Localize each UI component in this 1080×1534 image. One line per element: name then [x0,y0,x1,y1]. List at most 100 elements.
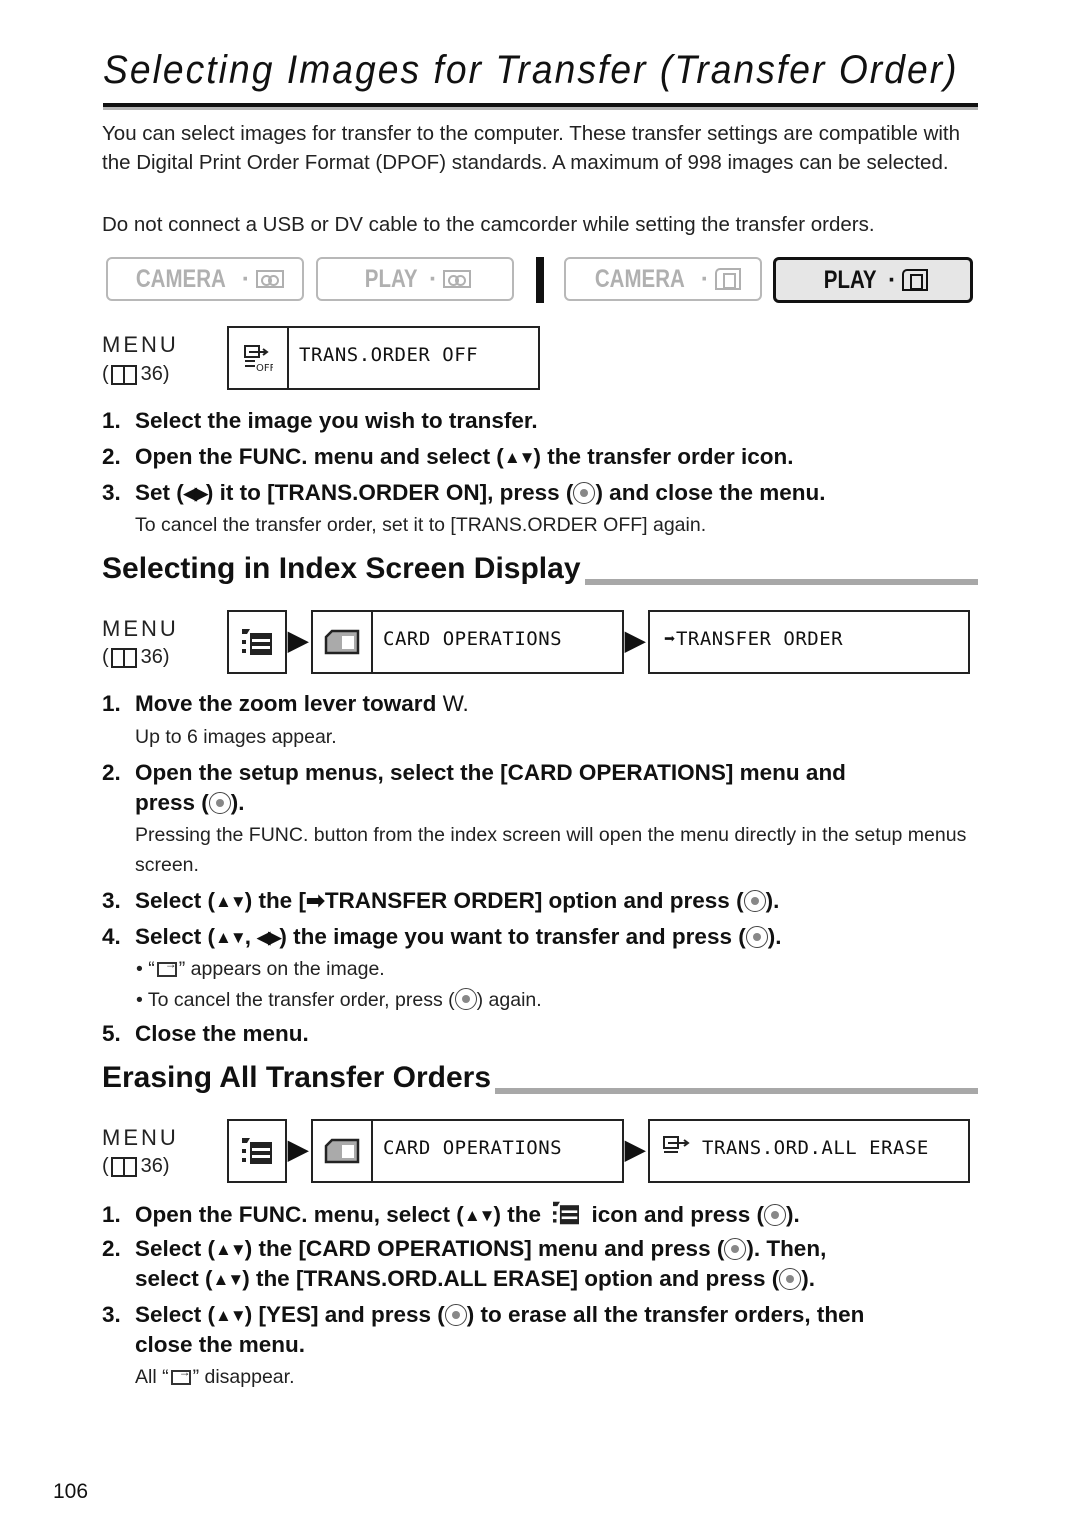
transfer-order-icon [170,1365,191,1385]
svg-text:OFF: OFF [256,363,273,372]
step-text: ). [801,1266,816,1291]
joystick-icon [573,482,596,504]
lcd-trans-ord-all-erase: TRANS.ORD.ALL ERASE [648,1119,970,1183]
step-text: ) the [493,1202,548,1227]
lcd-transfer-order: ➡TRANSFER ORDER [648,610,970,674]
step-number: 4. [102,924,121,949]
up-down-arrows-icon: ▲▼ [215,892,247,911]
step-text: Open the FUNC. menu, select ( [135,1202,464,1227]
step-text: ). [230,790,245,815]
left-right-arrows-icon: ◀▶ [257,928,281,947]
step-text: ) the [TRANS.ORD.ALL ERASE] option and p… [242,1266,780,1291]
step-number: 5. [102,1021,121,1046]
step-text: TRANSFER ORDER] option and press ( [324,888,744,913]
joystick-icon [779,1268,802,1290]
step-text: ) the image you want to transfer and pre… [279,924,746,949]
step-number: 1. [102,691,121,716]
up-down-arrows-icon: ▲▼ [215,1240,247,1259]
lcd-text: TRANS.ORD.ALL ERASE [702,1137,929,1159]
lcd-setup-menu [227,1119,287,1183]
card-operations-icon [313,612,373,672]
joystick-icon [743,890,766,912]
up-down-arrows-icon: ▲▼ [503,448,536,467]
transfer-order-off-icon: OFF [229,328,289,388]
up-down-arrows-icon: ▲▼ [212,1270,245,1289]
step-text: Open the FUNC. menu and select ( [135,444,504,469]
mode-camera-card: CAMERA · [564,257,762,301]
step-text: ) the transfer order icon. [533,444,794,469]
step-number: 2. [102,1236,121,1261]
bullet-item: • To cancel the transfer order, press ()… [136,988,542,1012]
step-1: 1. Select the image you wish to transfer. [102,408,538,434]
transfer-order-icon [650,1135,692,1162]
step-1: 1. Move the zoom lever toward W. [102,691,469,717]
step-1: 1. Open the FUNC. menu, select (▲▼) the i… [102,1200,800,1228]
lcd-text-value: TRANSFER ORDER [675,628,844,650]
step-note: To cancel the transfer order, set it to … [135,514,707,536]
step-text: Select ( [135,1302,216,1327]
lcd-text: TRANS.ORDER OFF [299,344,479,366]
joystick-icon [208,792,231,814]
mode-label: PLAY [364,264,418,293]
step-5: 5. Close the menu. [102,1021,309,1047]
chevron-right-icon: ▶ [625,1134,645,1164]
step-text: , [244,924,258,949]
step-2: 2. Open the FUNC. menu and select (▲▼) th… [102,444,794,470]
up-down-arrows-icon: ▲▼ [463,1206,496,1225]
step-text: ). [767,924,782,949]
step-2: 2. Select (▲▼) the [CARD OPERATIONS] menu… [102,1236,826,1262]
page-number: 106 [53,1480,89,1503]
step-3: 3. Select (▲▼) [YES] and press () to eras… [102,1302,864,1328]
page-ref-number: 36) [140,646,170,668]
arrow-right-icon: ➡ [664,628,676,650]
step-text: Move the zoom lever toward [135,691,443,716]
setup-menu-icon [242,629,272,655]
step-text: ) to erase all the transfer orders, then [466,1302,865,1327]
step-text: press ( [135,790,209,815]
step-text: icon and press ( [585,1202,765,1227]
tape-icon [443,270,472,288]
page-ref-number: 36) [140,363,170,385]
note-text: ” disappear. [192,1366,295,1388]
note-text: All “ [135,1366,169,1388]
chevron-right-icon: ▶ [288,1134,308,1164]
paren: ( [102,646,109,668]
chevron-right-icon: ▶ [288,625,308,655]
paren: ( [102,1155,109,1177]
page-ref-number: 36) [140,1155,170,1177]
step-text: ). Then, [746,1236,827,1261]
joystick-icon [764,1204,787,1226]
mode-label: CAMERA [135,264,226,293]
section-heading-erase: Erasing All Transfer Orders [102,1061,496,1095]
step-4: 4. Select (▲▼, ◀▶) the image you want to … [102,924,781,950]
step-text: ) and close the menu. [595,480,826,505]
page-title: Selecting Images for Transfer (Transfer … [103,48,959,92]
step-3: 3. Set (◀▶) it to [TRANS.ORDER ON], press… [102,480,825,506]
step-number: 2. [102,444,121,469]
section-heading-index: Selecting in Index Screen Display [102,552,585,586]
chevron-right-icon: ▶ [625,625,645,655]
bullet-text: • To cancel the transfer order, press ( [136,989,455,1011]
menu-label: MENU [102,332,179,357]
setup-menu-icon [242,1138,272,1164]
step-number: 3. [102,1302,121,1327]
step-text: Close the menu. [135,1021,309,1046]
lcd-card-operations: CARD OPERATIONS [311,610,624,674]
step-number: 3. [102,888,121,913]
book-icon [110,647,137,668]
step-3-cont: close the menu. [135,1332,305,1358]
title-rule [103,103,978,110]
book-icon [110,1156,137,1177]
book-icon [110,364,137,385]
bullet-text: ” appears on the image. [178,958,385,980]
step-note: All “ ” disappear. [135,1365,295,1389]
step-text: Select ( [135,1236,216,1261]
bullet-text: • “ [136,958,155,980]
menu-page-ref: (36) [102,1155,170,1178]
setup-menu-icon [553,1201,580,1225]
transfer-order-icon [156,957,177,977]
step-text: select ( [135,1266,213,1291]
step-2-cont: select (▲▼) the [TRANS.ORD.ALL ERASE] op… [135,1266,815,1292]
step-text: ). [786,1202,800,1227]
step-text: ) the [CARD OPERATIONS] menu and press ( [244,1236,725,1261]
